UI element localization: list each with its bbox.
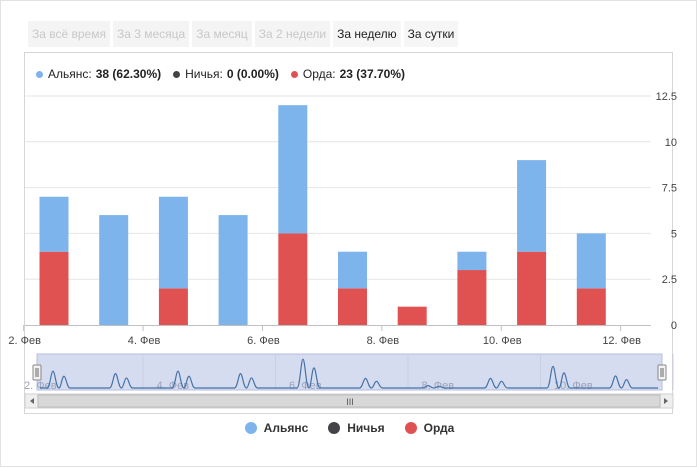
navigator-label: 4. Фев: [157, 380, 190, 392]
y-tick-label: 10: [665, 137, 677, 149]
bar-horde[interactable]: [39, 251, 69, 325]
y-tick-label: 12.5: [656, 91, 677, 103]
y-tick-label: 7.5: [662, 183, 677, 195]
legend-alliance-dot-icon: [244, 422, 257, 434]
bar-alliance[interactable]: [338, 251, 367, 289]
legend-item-horde[interactable]: Орда: [404, 421, 455, 435]
bar-alliance[interactable]: [158, 196, 188, 289]
legend-horde-label: Орда: [423, 421, 455, 435]
navigator-right-handle[interactable]: [657, 364, 667, 381]
navigator-left-handle[interactable]: [32, 364, 42, 381]
bar-alliance[interactable]: [218, 215, 248, 325]
x-tick-label: 2. Фев: [8, 335, 41, 347]
navigator-label: 6. Фев: [289, 380, 322, 392]
legend-draw-dot-icon: [328, 422, 341, 434]
bar-alliance[interactable]: [99, 215, 129, 325]
bar-horde[interactable]: [457, 270, 487, 325]
chart-svg: 0 2.5 5 7.5 10 12.5 2. Фев 4. Фев 6. Фев 8. Фев 10…: [8, 91, 677, 409]
bar-horde[interactable]: [517, 251, 547, 325]
bar-alliance[interactable]: [517, 160, 547, 252]
series-legend: Альянс Ничья Орда: [1, 421, 697, 435]
y-tick-label: 0: [671, 320, 677, 332]
legend-draw-label: Ничья: [347, 421, 385, 435]
x-tick-label: 8. Фев: [367, 335, 400, 347]
bar-horde[interactable]: [397, 306, 427, 325]
bar-alliance[interactable]: [457, 251, 487, 271]
x-tick-label: 12. Фев: [602, 335, 641, 347]
y-tick-label: 2.5: [662, 274, 677, 286]
y-tick-label: 5: [671, 228, 677, 240]
x-tick-label: 4. Фев: [128, 335, 161, 347]
bar-horde[interactable]: [338, 288, 367, 325]
bar-horde[interactable]: [576, 288, 606, 325]
x-tick-label: 10. Фев: [483, 335, 522, 347]
bar-horde[interactable]: [158, 288, 188, 325]
chart-widget: За всё время За 3 месяца За месяц За 2 н…: [0, 0, 697, 467]
bar-alliance[interactable]: [39, 196, 69, 252]
bar-alliance[interactable]: [576, 233, 606, 289]
bar-alliance[interactable]: [278, 105, 308, 234]
x-tick-label: 6. Фев: [247, 335, 280, 347]
legend-horde-dot-icon: [404, 422, 417, 434]
legend-alliance-label: Альянс: [263, 421, 309, 435]
legend-item-alliance[interactable]: Альянс: [244, 421, 309, 435]
bar-horde[interactable]: [278, 233, 308, 325]
scrollbar-grip-icon: III: [346, 397, 354, 407]
legend-item-draw[interactable]: Ничья: [328, 421, 385, 435]
navigator-label: 2. Фев: [24, 380, 57, 392]
